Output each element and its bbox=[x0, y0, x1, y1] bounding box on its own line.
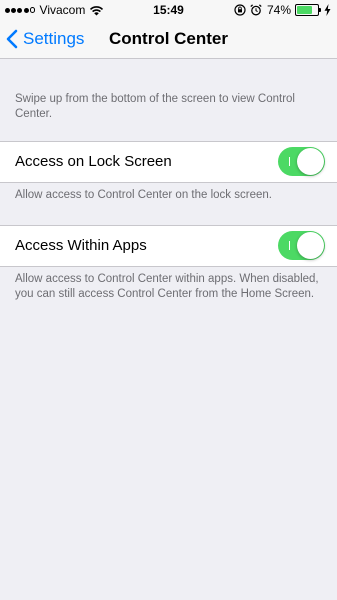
battery-level bbox=[297, 6, 312, 14]
lock-screen-toggle[interactable] bbox=[278, 147, 325, 176]
setting-footer-lock-screen: Allow access to Control Center on the lo… bbox=[15, 189, 272, 201]
setting-row-within-apps: Access Within Apps bbox=[0, 225, 337, 267]
rotation-lock-icon bbox=[234, 4, 246, 16]
alarm-icon bbox=[250, 4, 262, 16]
intro-note: Swipe up from the bottom of the screen t… bbox=[15, 93, 295, 120]
within-apps-toggle[interactable] bbox=[278, 231, 325, 260]
back-button-label: Settings bbox=[23, 29, 85, 48]
charging-bolt-icon bbox=[324, 4, 331, 16]
chevron-left-icon bbox=[6, 29, 18, 49]
setting-label: Access on Lock Screen bbox=[15, 153, 172, 170]
navigation-bar: Settings Control Center bbox=[0, 20, 337, 59]
setting-row-lock-screen: Access on Lock Screen bbox=[0, 141, 337, 183]
status-bar: Vivacom 15:49 74% bbox=[0, 0, 337, 20]
battery-percent: 74% bbox=[266, 3, 291, 17]
status-right: 74% bbox=[230, 3, 331, 17]
settings-content: Swipe up from the bottom of the screen t… bbox=[0, 59, 337, 302]
setting-footer-within-apps: Allow access to Control Center within ap… bbox=[15, 273, 319, 300]
setting-label: Access Within Apps bbox=[15, 237, 147, 254]
battery-icon bbox=[295, 4, 321, 16]
back-button[interactable]: Settings bbox=[6, 20, 84, 58]
